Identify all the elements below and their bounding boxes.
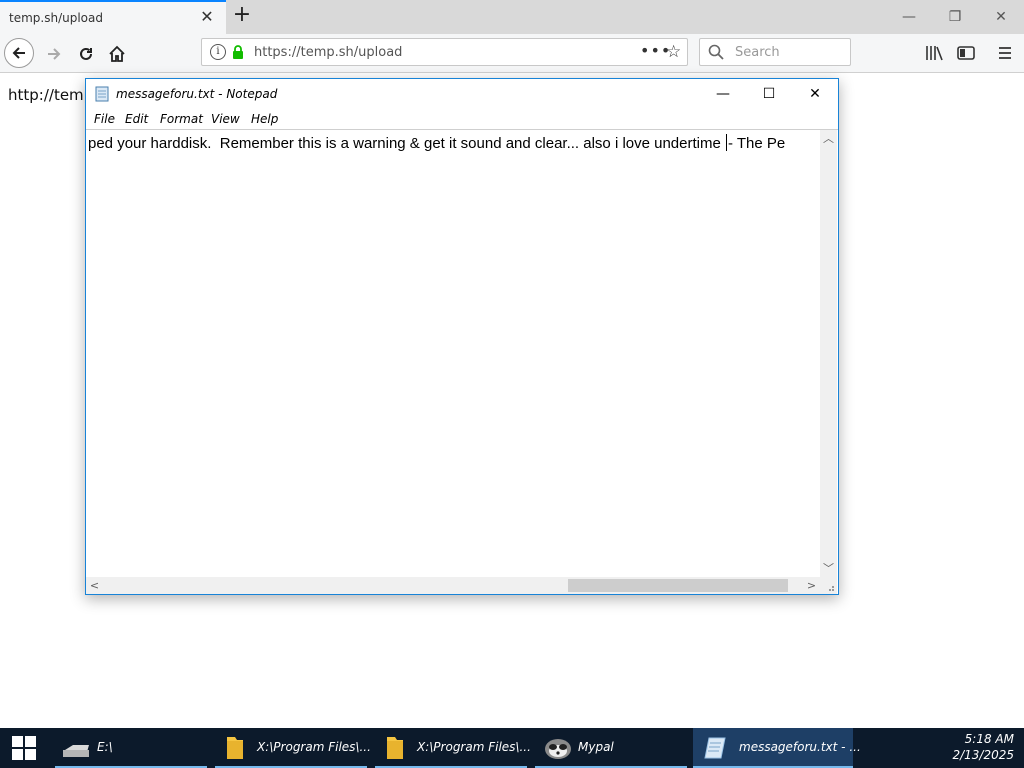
search-placeholder: Search — [735, 45, 780, 60]
menu-view[interactable]: View — [211, 112, 240, 126]
notepad-titlebar[interactable]: messageforu.txt - Notepad — ☐ ✕ — [86, 79, 838, 109]
notepad-text-area[interactable]: ped your harddisk. Remember this is a wa… — [86, 129, 838, 594]
browser-tab[interactable]: temp.sh/upload ✕ — [0, 0, 226, 34]
taskbar-item-folder-2[interactable]: X:\Program Files\... — [375, 728, 531, 768]
address-bar[interactable]: i https://temp.sh/upload ••• ☆ — [201, 38, 688, 66]
info-icon[interactable]: i — [210, 44, 226, 60]
taskbar-item-drive[interactable]: E:\ — [55, 728, 207, 768]
restore-browser-button[interactable]: ❐ — [940, 6, 970, 28]
content-before-caret: ped your harddisk. Remember this is a wa… — [88, 135, 725, 152]
reload-button[interactable] — [72, 40, 100, 68]
folder-icon — [227, 737, 243, 759]
library-icon[interactable] — [921, 40, 947, 66]
home-button[interactable] — [103, 40, 131, 68]
reload-icon — [80, 47, 92, 60]
notepad-close-button[interactable]: ✕ — [792, 79, 838, 109]
notepad-menubar: File Edit Format View Help — [86, 109, 838, 129]
clock-date: 2/13/2025 — [952, 748, 1014, 762]
taskbar: E:\ X:\Program Files\... X:\Program File… — [0, 728, 1024, 768]
taskbar-label-folder-2: X:\Program Files\... — [417, 740, 531, 754]
minimize-browser-button[interactable]: — — [894, 6, 924, 28]
content-after-caret: - The Pe — [728, 135, 786, 152]
search-input[interactable]: Search — [699, 38, 851, 66]
system-clock[interactable]: 5:18 AM 2/13/2025 — [952, 731, 1014, 763]
notepad-content: ped your harddisk. Remember this is a wa… — [88, 134, 816, 152]
new-tab-button[interactable]: + — [230, 4, 254, 28]
hamburger-menu-icon[interactable] — [992, 40, 1018, 66]
clock-time: 5:18 AM — [964, 732, 1014, 746]
page-body-text: http://temp — [8, 86, 94, 104]
taskbar-label-mypal: Mypal — [578, 740, 614, 754]
text-caret — [726, 134, 727, 151]
taskbar-label-drive: E:\ — [97, 740, 113, 754]
lock-icon — [233, 45, 243, 59]
back-button[interactable] — [4, 38, 34, 68]
horizontal-scroll-thumb[interactable] — [568, 579, 788, 592]
notepad-maximize-button[interactable]: ☐ — [746, 79, 792, 109]
taskbar-item-notepad[interactable]: messageforu.txt - ... — [693, 728, 861, 768]
scroll-right-arrow-icon[interactable]: > — [803, 577, 820, 594]
vertical-scrollbar[interactable]: ︿ ﹀ — [820, 130, 837, 577]
url-text: https://temp.sh/upload — [254, 45, 403, 60]
taskbar-item-folder-1[interactable]: X:\Program Files\... — [215, 728, 371, 768]
windows-logo-icon — [12, 736, 36, 760]
tab-title: temp.sh/upload — [9, 11, 103, 25]
close-tab-icon[interactable]: ✕ — [198, 8, 216, 26]
notepad-icon — [95, 86, 109, 102]
forward-button[interactable] — [40, 40, 68, 68]
scroll-up-arrow-icon[interactable]: ︿ — [820, 130, 837, 147]
close-browser-button[interactable]: ✕ — [986, 6, 1016, 28]
taskbar-item-mypal[interactable]: Mypal — [535, 728, 687, 768]
mypal-icon — [545, 739, 571, 759]
start-button[interactable] — [0, 728, 48, 768]
scroll-left-arrow-icon[interactable]: < — [86, 577, 103, 594]
notepad-icon — [704, 737, 726, 759]
notepad-minimize-button[interactable]: — — [700, 79, 746, 109]
forward-arrow-icon — [48, 48, 61, 60]
sidebar-icon[interactable] — [953, 40, 979, 66]
back-arrow-icon — [12, 47, 25, 59]
taskbar-label-notepad: messageforu.txt - ... — [739, 740, 861, 754]
resize-grip-icon[interactable] — [820, 577, 837, 594]
taskbar-label-folder-1: X:\Program Files\... — [257, 740, 371, 754]
bookmark-star-icon[interactable]: ☆ — [666, 42, 681, 62]
notepad-window: messageforu.txt - Notepad — ☐ ✕ File Edi… — [85, 78, 839, 595]
browser-navbar: i https://temp.sh/upload ••• ☆ Search — [0, 34, 1024, 73]
scroll-down-arrow-icon[interactable]: ﹀ — [820, 560, 837, 577]
menu-file[interactable]: File — [94, 112, 115, 126]
horizontal-scrollbar[interactable]: < > — [86, 577, 820, 594]
notepad-title: messageforu.txt - Notepad — [116, 87, 278, 101]
folder-icon — [387, 737, 403, 759]
browser-tabbar: temp.sh/upload ✕ + — ❐ ✕ — [0, 0, 1024, 34]
drive-icon — [63, 745, 89, 757]
menu-help[interactable]: Help — [251, 112, 278, 126]
menu-format[interactable]: Format — [160, 112, 203, 126]
search-icon — [708, 44, 724, 60]
home-icon — [109, 45, 125, 62]
menu-edit[interactable]: Edit — [125, 112, 148, 126]
